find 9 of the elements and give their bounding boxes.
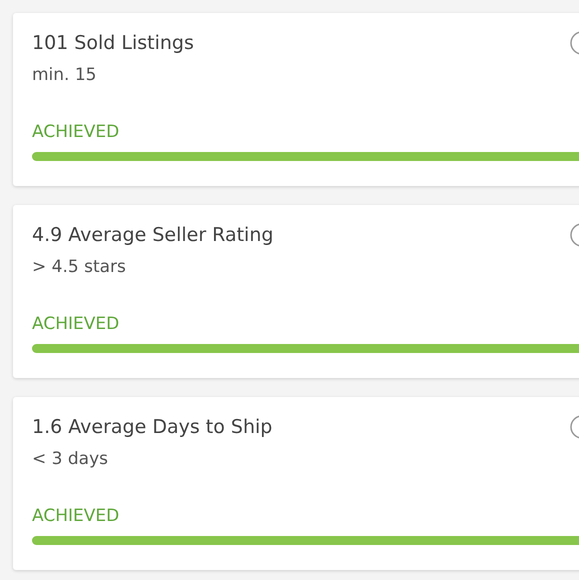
status-label: ACHIEVED: [32, 506, 120, 526]
metric-title: 101 Sold Listings: [32, 32, 194, 54]
metric-title: 4.9 Average Seller Rating: [32, 224, 274, 246]
requirement-text: < 3 days: [32, 449, 109, 469]
requirement-text: min. 15: [32, 65, 98, 85]
metric-title: 1.6 Average Days to Ship: [32, 416, 272, 438]
status-label: ACHIEVED: [32, 314, 120, 334]
requirement-text: > 4.5 stars: [32, 257, 127, 277]
status-label: ACHIEVED: [32, 122, 120, 142]
